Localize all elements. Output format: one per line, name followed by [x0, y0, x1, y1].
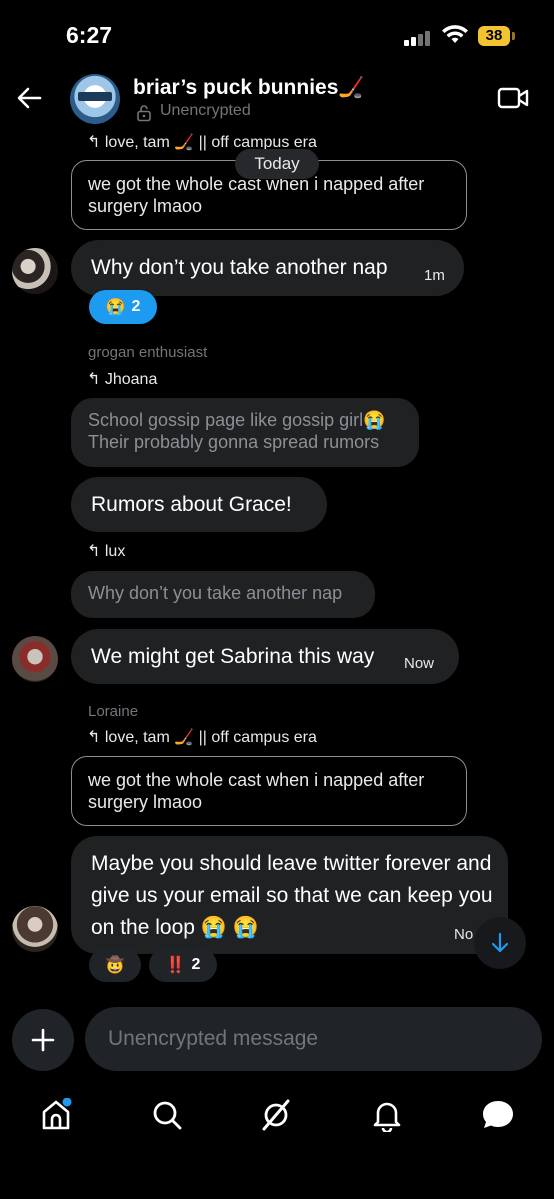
group-avatar[interactable]: [70, 74, 120, 124]
reaction-count: 2: [191, 956, 201, 973]
message-bubble[interactable]: Rumors about Grace!: [71, 477, 327, 532]
message-timestamp: 1m: [424, 267, 445, 284]
wifi-icon: [442, 25, 468, 43]
plus-icon: [31, 1028, 55, 1052]
message-bubble[interactable]: We might get Sabrina this way Now: [71, 629, 459, 684]
add-attachment-button[interactable]: [12, 1009, 74, 1071]
cellular-signal-icon: [404, 30, 434, 46]
user-avatar[interactable]: [12, 636, 58, 682]
reaction-chip[interactable]: ‼️ 2: [149, 948, 217, 982]
quoted-message[interactable]: Why don’t you take another nap: [71, 571, 375, 618]
user-avatar[interactable]: [12, 906, 58, 952]
video-camera-icon[interactable]: [497, 86, 529, 110]
message-text: Why don’t you take another nap: [91, 256, 388, 279]
reaction-chip[interactable]: 🤠: [89, 948, 141, 982]
group-title[interactable]: briar’s puck bunnies🏒: [133, 76, 365, 100]
quoted-message[interactable]: we got the whole cast when i napped afte…: [71, 756, 467, 826]
user-avatar[interactable]: [12, 248, 58, 294]
crying-emoji: 😭: [105, 299, 126, 316]
message-text: We might get Sabrina this way: [91, 645, 375, 668]
cowboy-emoji: 🤠: [105, 957, 125, 974]
reaction-chip[interactable]: 😭 2: [89, 290, 157, 324]
battery-indicator: 38: [478, 26, 510, 46]
message-timestamp: Now: [404, 655, 435, 672]
reaction-count: 2: [131, 298, 141, 315]
bell-icon[interactable]: [371, 1098, 403, 1132]
reply-target: love, tam 🏒 || off campus era: [104, 729, 317, 746]
scroll-down-button[interactable]: [474, 917, 526, 969]
messages-icon[interactable]: [480, 1098, 516, 1132]
arrow-down-icon: [491, 932, 509, 953]
date-divider: Today: [235, 149, 319, 179]
sender-name: Loraine: [88, 703, 139, 720]
message-text: Maybe you should leave twitter forever a…: [91, 852, 493, 939]
search-icon[interactable]: [151, 1098, 183, 1132]
back-arrow-icon[interactable]: [16, 86, 42, 110]
home-icon[interactable]: [40, 1098, 72, 1132]
grok-icon[interactable]: [259, 1098, 293, 1132]
reply-indicator: ↰ lux: [87, 543, 126, 560]
message-bubble[interactable]: Why don’t you take another nap 1m: [71, 240, 464, 296]
battery-nub: [512, 32, 515, 40]
message-bubble[interactable]: Maybe you should leave twitter forever a…: [71, 836, 508, 954]
double-exclamation-emoji: ‼️: [165, 957, 186, 974]
encryption-status: Unencrypted: [160, 102, 251, 119]
message-timestamp: No: [454, 926, 474, 943]
message-text: Rumors about Grace!: [91, 493, 292, 516]
reply-indicator: ↰ love, tam 🏒 || off campus era: [87, 729, 317, 746]
reply-target: lux: [104, 543, 126, 560]
message-input[interactable]: Unencrypted message: [85, 1007, 542, 1071]
reply-target: Jhoana: [104, 371, 158, 388]
lock-icon: [137, 105, 151, 122]
quoted-message[interactable]: School gossip page like gossip girl😭 The…: [71, 398, 419, 467]
status-time: 6:27: [66, 22, 113, 48]
reply-indicator: ↰ Jhoana: [87, 371, 158, 388]
sender-name: grogan enthusiast: [88, 344, 208, 361]
